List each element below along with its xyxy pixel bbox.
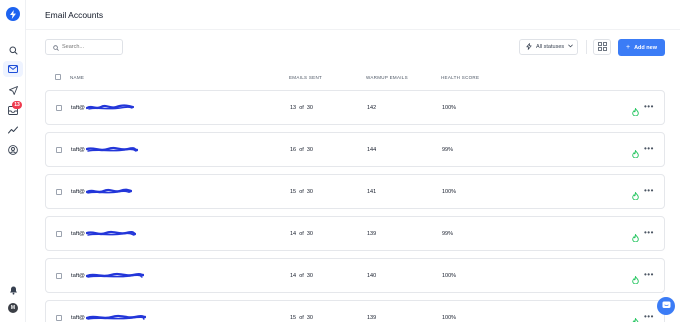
flame-icon[interactable] [632, 313, 639, 322]
grid-icon [597, 38, 607, 56]
warmup-emails: 139 [367, 315, 377, 321]
more-horizontal-icon[interactable]: ••• [644, 187, 654, 195]
redaction-scribble [85, 230, 136, 236]
row-checkbox[interactable] [56, 105, 62, 111]
add-new-button[interactable]: + Add new [618, 39, 665, 56]
emails-sent: 15 of 30 [290, 315, 313, 321]
chevron-down-icon [568, 44, 573, 50]
warmup-emails: 141 [367, 189, 377, 195]
more-horizontal-icon[interactable]: ••• [644, 229, 654, 237]
row-checkbox[interactable] [56, 273, 62, 279]
row-checkbox[interactable] [56, 147, 62, 153]
emails-sent: 16 of 30 [290, 147, 313, 153]
table-row[interactable]: taft@ 15 of 30 141 100% ••• [45, 174, 665, 209]
email-prefix: taft@ [71, 230, 85, 237]
more-horizontal-icon[interactable]: ••• [644, 145, 654, 153]
warmup-emails: 140 [367, 273, 377, 279]
flame-icon[interactable] [632, 145, 639, 163]
table-header: NAME EMAILS SENT WARMUP EMAILS HEALTH SC… [45, 72, 665, 84]
account-email: taft@ [71, 104, 134, 111]
row-checkbox[interactable] [56, 231, 62, 237]
avatar[interactable]: M [8, 303, 18, 313]
status-filter-label: All statuses [536, 44, 565, 50]
account-email: taft@ [71, 188, 132, 195]
search-box[interactable] [45, 39, 123, 55]
mail-icon[interactable] [7, 63, 19, 75]
flame-icon[interactable] [632, 187, 639, 205]
email-prefix: taft@ [71, 188, 85, 195]
grid-view-button[interactable] [593, 39, 611, 55]
redaction-scribble [85, 272, 144, 278]
more-horizontal-icon[interactable]: ••• [644, 271, 654, 279]
select-all-checkbox[interactable] [55, 74, 61, 80]
search-icon [53, 38, 59, 56]
search-icon[interactable] [7, 44, 19, 56]
health-score: 100% [442, 273, 457, 279]
account-email: taft@ [71, 146, 138, 153]
flame-icon[interactable] [632, 229, 639, 247]
table-row[interactable]: taft@ 14 of 30 139 99% ••• [45, 216, 665, 251]
email-prefix: taft@ [71, 272, 85, 279]
redaction-scribble [85, 314, 146, 320]
account-email: taft@ [71, 272, 144, 279]
email-prefix: taft@ [71, 314, 85, 321]
table-row[interactable]: taft@ 14 of 30 140 100% ••• [45, 258, 665, 293]
more-horizontal-icon[interactable]: ••• [644, 313, 654, 321]
flame-icon[interactable] [632, 103, 639, 121]
redaction-scribble [85, 188, 132, 194]
header-divider [26, 29, 680, 30]
email-prefix: taft@ [71, 104, 85, 111]
chat-icon [662, 297, 671, 315]
emails-sent: 13 of 30 [290, 105, 313, 111]
add-new-label: Add new [634, 44, 657, 51]
redaction-scribble [85, 146, 138, 152]
bolt-icon[interactable] [6, 7, 20, 21]
emails-sent: 14 of 30 [290, 273, 313, 279]
column-warmup-emails: WARMUP EMAILS [366, 75, 408, 80]
column-emails-sent: EMAILS SENT [289, 75, 323, 80]
plus-icon: + [625, 44, 631, 51]
bolt-outline-icon [526, 42, 532, 52]
redaction-scribble [85, 104, 134, 110]
table-row[interactable]: taft@ 13 of 30 142 100% ••• [45, 90, 665, 125]
bell-icon[interactable] [7, 284, 19, 296]
inbox-badge: 13 [12, 101, 22, 109]
health-score: 100% [442, 315, 457, 321]
warmup-emails: 142 [367, 105, 377, 111]
health-score: 99% [442, 147, 454, 153]
warmup-emails: 144 [367, 147, 377, 153]
health-score: 100% [442, 189, 457, 195]
toolbar-divider [586, 40, 587, 54]
status-filter-dropdown[interactable]: All statuses [519, 39, 578, 55]
health-score: 100% [442, 105, 457, 111]
account-email: taft@ [71, 230, 136, 237]
emails-sent: 14 of 30 [290, 231, 313, 237]
more-horizontal-icon[interactable]: ••• [644, 103, 654, 111]
health-score: 99% [442, 231, 454, 237]
email-prefix: taft@ [71, 146, 85, 153]
table-row[interactable]: taft@ 16 of 30 144 99% ••• [45, 132, 665, 167]
column-name: NAME [70, 75, 85, 80]
table-row[interactable]: taft@ 15 of 30 139 100% ••• [45, 300, 665, 322]
account-email: taft@ [71, 314, 146, 321]
row-checkbox[interactable] [56, 189, 62, 195]
user-circle-icon[interactable] [7, 144, 19, 156]
chart-icon[interactable] [7, 124, 19, 136]
chat-support-button[interactable] [657, 297, 675, 315]
flame-icon[interactable] [632, 271, 639, 289]
search-input[interactable] [62, 44, 122, 50]
send-icon[interactable] [7, 84, 19, 96]
warmup-emails: 139 [367, 231, 377, 237]
sidebar: 13 M [0, 0, 26, 322]
row-checkbox[interactable] [56, 315, 62, 321]
emails-sent: 15 of 30 [290, 189, 313, 195]
column-health-score: HEALTH SCORE [441, 75, 480, 80]
page-title: Email Accounts [45, 10, 104, 20]
